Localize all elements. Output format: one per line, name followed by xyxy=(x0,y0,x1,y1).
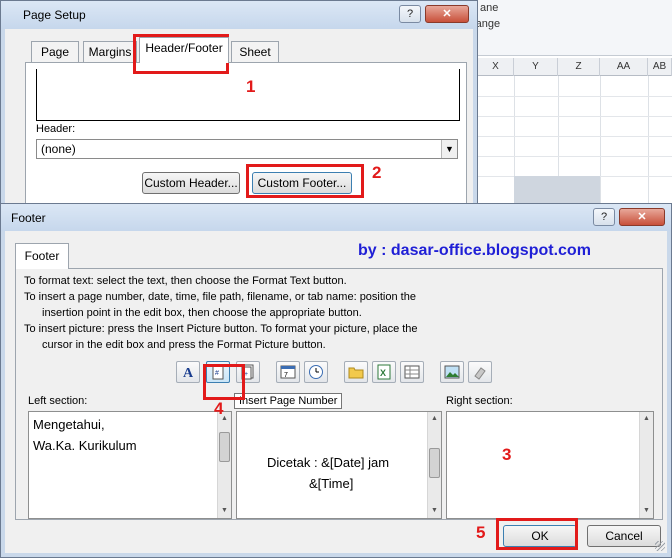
cancel-button[interactable]: Cancel xyxy=(587,525,661,547)
tooltip: Insert Page Number xyxy=(234,393,343,409)
help-button[interactable]: ? xyxy=(593,208,615,226)
blog-watermark: by : dasar-office.blogspot.com xyxy=(358,242,591,259)
annotation-box-2 xyxy=(246,164,364,198)
tab-page[interactable]: Page xyxy=(31,41,79,63)
footer-panel: To format text: select the text, then ch… xyxy=(15,268,663,520)
left-section-label: Left section: xyxy=(28,395,88,407)
footer-titlebar[interactable]: Footer ? ✕ xyxy=(1,204,671,231)
format-picture-icon[interactable] xyxy=(468,361,492,383)
scroll-down-icon[interactable]: ▼ xyxy=(428,504,441,518)
scrollbar[interactable]: ▲ ▼ xyxy=(217,412,231,518)
left-section-line: Wa.Ka. Kurikulum xyxy=(33,438,137,453)
header-select[interactable]: (none) ▼ xyxy=(36,139,458,159)
close-button[interactable]: ✕ xyxy=(619,208,665,226)
svg-text:X: X xyxy=(380,368,386,378)
close-button[interactable]: ✕ xyxy=(425,5,469,23)
insert-file-name-icon[interactable]: X xyxy=(372,361,396,383)
help-button[interactable]: ? xyxy=(399,5,421,23)
annotation-number-2: 2 xyxy=(372,163,382,182)
column-header[interactable]: Y xyxy=(514,58,558,76)
format-text-icon[interactable]: A xyxy=(176,361,200,383)
cell-block xyxy=(558,176,600,206)
instruction-line: To insert a page number, date, time, fil… xyxy=(24,291,416,303)
instruction-line: insertion point in the edit box, then ch… xyxy=(42,307,362,319)
tab-footer[interactable]: Footer xyxy=(15,243,69,269)
center-section-input[interactable]: Dicetak : &[Date] jam &[Time] ▲ ▼ xyxy=(236,411,442,519)
center-section-line: Dicetak : &[Date] jam xyxy=(267,455,390,470)
scroll-thumb[interactable] xyxy=(429,448,440,478)
annotation-number-1: 1 xyxy=(246,77,256,96)
header-label: Header: xyxy=(36,123,76,135)
cell-block xyxy=(514,176,558,206)
scrollbar[interactable]: ▲ ▼ xyxy=(639,412,653,518)
instruction-line: To format text: select the text, then ch… xyxy=(24,275,347,287)
ribbon-fragment: ane xyxy=(480,2,499,14)
annotation-number-4: 4 xyxy=(214,399,224,418)
scroll-thumb[interactable] xyxy=(219,432,230,462)
page-setup-dialog: Page Setup ? ✕ Page Margins Header/Foote… xyxy=(0,0,478,213)
column-header[interactable]: Z xyxy=(558,58,600,76)
scroll-down-icon[interactable]: ▼ xyxy=(218,504,231,518)
svg-text:A: A xyxy=(183,366,194,380)
page-setup-body: Page Margins Header/Footer Sheet Header:… xyxy=(7,29,473,213)
resize-grip[interactable] xyxy=(655,541,665,551)
page-setup-titlebar[interactable]: Page Setup ? ✕ xyxy=(1,1,477,29)
left-section-line: Mengetahui, xyxy=(33,417,105,432)
insert-time-icon[interactable] xyxy=(304,361,328,383)
tab-sheet[interactable]: Sheet xyxy=(231,41,279,63)
right-section-input[interactable]: ▲ ▼ xyxy=(446,411,654,519)
tab-header-footer[interactable]: Header/Footer xyxy=(139,37,229,63)
column-header[interactable]: X xyxy=(478,58,514,76)
svg-text:7: 7 xyxy=(284,372,288,379)
header-select-value: (none) xyxy=(41,142,76,156)
annotation-box-4 xyxy=(203,364,245,400)
left-section-input[interactable]: Mengetahui, Wa.Ka. Kurikulum ▲ ▼ xyxy=(28,411,232,519)
insert-date-icon[interactable]: 7 xyxy=(276,361,300,383)
scrollbar[interactable]: ▲ ▼ xyxy=(427,412,441,518)
tab-margins[interactable]: Margins xyxy=(83,41,137,63)
column-header[interactable]: AB xyxy=(648,58,672,76)
annotation-number-3: 3 xyxy=(502,445,512,464)
insert-file-path-icon[interactable] xyxy=(344,361,368,383)
footer-body: Footer To format text: select the text, … xyxy=(7,231,667,553)
insert-sheet-name-icon[interactable] xyxy=(400,361,424,383)
scroll-down-icon[interactable]: ▼ xyxy=(640,504,653,518)
column-header[interactable]: AA xyxy=(600,58,648,76)
right-section-label: Right section: xyxy=(446,395,513,407)
dialog-title: Page Setup xyxy=(23,8,86,22)
instruction-line: To insert picture: press the Insert Pict… xyxy=(24,323,418,335)
dialog-title: Footer xyxy=(11,211,46,225)
chevron-down-icon[interactable]: ▼ xyxy=(441,140,457,158)
center-section-line: &[Time] xyxy=(309,476,354,491)
insert-picture-icon[interactable] xyxy=(440,361,464,383)
annotation-number-5: 5 xyxy=(476,523,486,542)
scroll-up-icon[interactable]: ▲ xyxy=(428,412,441,426)
instruction-line: cursor in the edit box and press the For… xyxy=(42,339,326,351)
annotation-box-5 xyxy=(496,518,578,550)
scroll-up-icon[interactable]: ▲ xyxy=(640,412,653,426)
custom-header-button[interactable]: Custom Header... xyxy=(142,172,240,194)
